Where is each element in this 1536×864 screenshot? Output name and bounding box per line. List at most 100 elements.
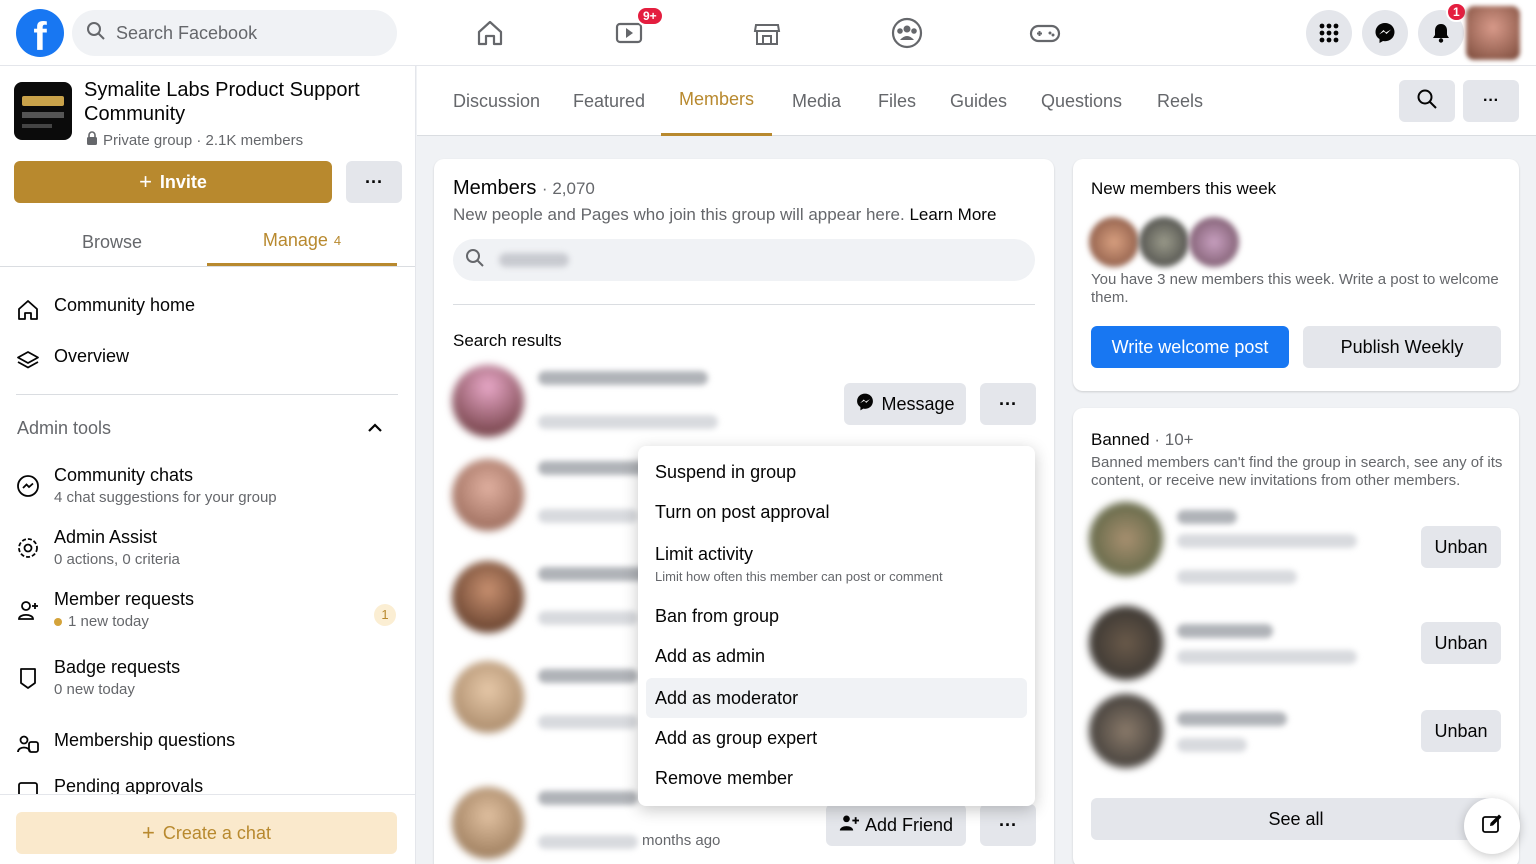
tab-label: Reels — [1157, 90, 1204, 111]
tab-media[interactable]: Media — [774, 66, 859, 136]
sidebar-item-admin-assist[interactable]: Admin Assist 0 actions, 0 criteria — [14, 526, 180, 570]
member-name-blurred[interactable] — [538, 461, 648, 475]
new-member-avatar[interactable] — [1139, 217, 1189, 267]
menu-item-post-approval[interactable]: Turn on post approval — [646, 492, 1027, 532]
sidebar-item-community-home[interactable]: Community home — [14, 294, 195, 324]
menu-item-add-admin[interactable]: Add as admin — [646, 636, 1027, 676]
add-friend-button[interactable]: Add Friend — [826, 804, 966, 846]
unban-button[interactable]: Unban — [1421, 622, 1501, 664]
menu-item-label: Remove member — [655, 767, 794, 788]
plus-icon: + — [139, 169, 152, 194]
more-dots-icon: ··· — [999, 814, 1017, 835]
tab-discussion[interactable]: Discussion — [435, 66, 558, 136]
group-more-button[interactable]: ··· — [346, 161, 402, 203]
tab-members[interactable]: Members — [661, 66, 773, 136]
divider — [0, 266, 415, 267]
new-message-button[interactable] — [1464, 798, 1520, 854]
member-meta-blurred — [538, 835, 638, 849]
search-icon — [86, 21, 106, 46]
divider — [16, 394, 398, 395]
new-member-avatar[interactable] — [1089, 217, 1139, 267]
member-name-blurred[interactable] — [538, 791, 638, 805]
group-tabs-more-button[interactable]: ··· — [1463, 80, 1519, 122]
member-avatar[interactable] — [452, 787, 524, 859]
chevron-up-icon[interactable] — [366, 420, 384, 438]
tab-files[interactable]: Files — [860, 66, 934, 136]
video-icon[interactable]: 9+ — [584, 6, 674, 58]
new-member-avatar[interactable] — [1189, 217, 1239, 267]
member-name-blurred[interactable] — [538, 669, 638, 683]
member-name-blurred[interactable] — [538, 371, 708, 385]
search-facebook-box[interactable] — [72, 10, 397, 56]
tab-featured[interactable]: Featured — [555, 66, 663, 136]
member-more-button[interactable]: ··· — [980, 383, 1036, 425]
sidebar-item-label: Admin Assist — [54, 527, 158, 547]
invite-button[interactable]: + Invite — [14, 161, 332, 203]
banned-member-avatar[interactable] — [1089, 502, 1163, 576]
menu-item-suspend[interactable]: Suspend in group — [646, 452, 1027, 492]
member-avatar[interactable] — [452, 661, 524, 733]
menu-item-remove-member[interactable]: Remove member — [646, 758, 1027, 798]
banned-member-name-blurred[interactable] — [1177, 624, 1273, 638]
group-search-button[interactable] — [1399, 80, 1455, 122]
publish-weekly-button[interactable]: Publish Weekly — [1303, 326, 1501, 368]
manage-count: 4 — [333, 233, 342, 248]
message-label: Message — [881, 393, 955, 414]
menu-grid-icon[interactable] — [1306, 10, 1352, 56]
member-avatar[interactable] — [452, 365, 524, 437]
new-members-card: New members this week You have 3 new mem… — [1073, 159, 1519, 391]
unban-button[interactable]: Unban — [1421, 710, 1501, 752]
banned-member-name-blurred[interactable] — [1177, 510, 1237, 524]
banned-member-avatar[interactable] — [1089, 694, 1163, 768]
banned-member-avatar[interactable] — [1089, 606, 1163, 680]
banned-member-name-blurred[interactable] — [1177, 712, 1287, 726]
banned-title: Banned · 10+ — [1091, 430, 1194, 449]
home-icon[interactable] — [445, 8, 535, 58]
member-name-blurred[interactable] — [538, 567, 648, 581]
banned-text: Banned members can't find the group in s… — [1091, 454, 1503, 489]
gaming-icon[interactable] — [1000, 8, 1090, 58]
sidebar-item-label: Badge requests — [54, 657, 181, 677]
menu-item-add-expert[interactable]: Add as group expert — [646, 718, 1027, 758]
group-name[interactable]: Symalite Labs Product Support Community — [84, 78, 404, 126]
create-chat-button[interactable]: + Create a chat — [16, 812, 397, 854]
tab-reels[interactable]: Reels — [1139, 66, 1221, 136]
menu-item-limit-activity[interactable]: Limit activity Limit how often this memb… — [646, 532, 1027, 596]
menu-item-label: Suspend in group — [655, 461, 797, 482]
member-more-button[interactable]: ··· — [980, 804, 1036, 846]
marketplace-icon[interactable] — [722, 8, 812, 58]
facebook-logo-icon[interactable]: f — [16, 9, 64, 57]
learn-more-link[interactable]: Learn More — [909, 205, 996, 224]
group-cover-thumbnail[interactable] — [14, 82, 72, 140]
unban-button[interactable]: Unban — [1421, 526, 1501, 568]
tab-browse[interactable]: Browse — [17, 218, 207, 266]
member-avatar[interactable] — [452, 459, 524, 531]
search-input[interactable] — [116, 22, 366, 44]
see-all-button[interactable]: See all — [1091, 798, 1501, 840]
banned-member-meta-blurred — [1177, 570, 1297, 584]
search-icon — [1416, 88, 1438, 115]
tab-guides[interactable]: Guides — [932, 66, 1025, 136]
menu-item-ban[interactable]: Ban from group — [646, 596, 1027, 636]
message-button[interactable]: Message — [844, 383, 966, 425]
groups-icon[interactable] — [862, 8, 952, 58]
write-welcome-post-button[interactable]: Write welcome post — [1091, 326, 1289, 368]
menu-item-label: Turn on post approval — [655, 501, 830, 522]
menu-item-label: Add as admin — [655, 645, 766, 666]
sidebar-item-member-requests[interactable]: Member requests 1 new today — [14, 588, 194, 632]
banned-member-meta-blurred — [1177, 534, 1357, 548]
sidebar-item-badge-requests[interactable]: Badge requests 0 new today — [14, 656, 180, 700]
members-title: Members · 2,070 — [453, 177, 595, 199]
sidebar-item-membership-questions[interactable]: Membership questions — [14, 729, 235, 759]
notifications-bell-icon[interactable]: 1 — [1418, 2, 1467, 56]
tab-manage[interactable]: Manage 4 — [207, 218, 397, 266]
member-meta-blurred — [538, 415, 718, 429]
sidebar-item-overview[interactable]: Overview — [14, 345, 129, 375]
member-avatar[interactable] — [452, 561, 524, 633]
messenger-icon[interactable] — [1362, 10, 1408, 56]
tab-questions[interactable]: Questions — [1023, 66, 1140, 136]
profile-avatar[interactable] — [1466, 6, 1520, 60]
sidebar-item-community-chats[interactable]: Community chats 4 chat suggestions for y… — [14, 464, 277, 508]
member-search-input[interactable] — [453, 239, 1035, 281]
menu-item-add-moderator[interactable]: Add as moderator — [646, 678, 1027, 718]
